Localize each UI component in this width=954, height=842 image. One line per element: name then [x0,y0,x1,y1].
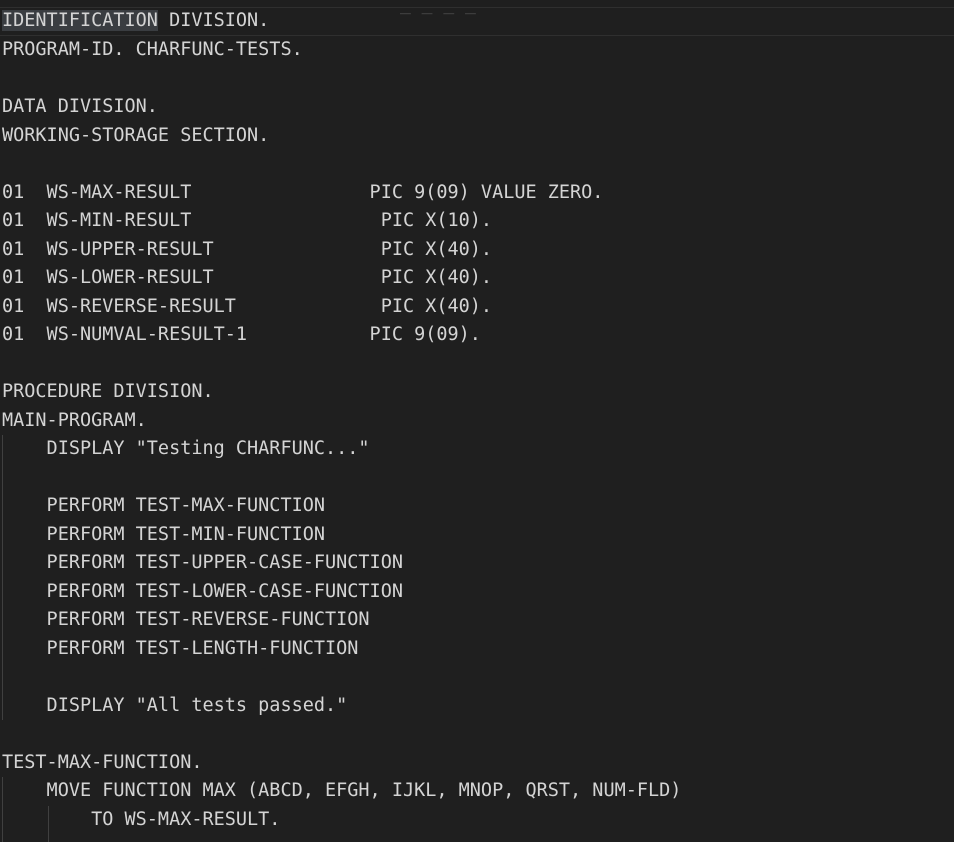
code-line-16[interactable]: DISPLAY "Testing CHARFUNC..." [0,435,954,464]
code-line-25[interactable]: DISPLAY "All tests passed." [0,692,954,721]
code-line-27[interactable]: TEST-MAX-FUNCTION. [0,749,954,778]
code-line-14[interactable]: PROCEDURE DIVISION. [0,378,954,407]
code-line-7[interactable]: 01 WS-MAX-RESULT PIC 9(09) VALUE ZERO. [0,179,954,208]
code-line-13[interactable] [0,350,954,379]
editor-top-strip: _ _ _ _ [0,0,954,15]
indent-guide [48,805,49,842]
code-line-1[interactable]: IDENTIFICATION DIVISION. [0,7,954,36]
code-line-22[interactable]: PERFORM TEST-REVERSE-FUNCTION [0,606,954,635]
code-line-3[interactable] [0,65,954,94]
code-line-4[interactable]: DATA DIVISION. [0,93,954,122]
code-line-28[interactable]: MOVE FUNCTION MAX (ABCD, EFGH, IJKL, MNO… [0,777,954,806]
code-line-18[interactable]: PERFORM TEST-MAX-FUNCTION [0,492,954,521]
code-line-12[interactable]: 01 WS-NUMVAL-RESULT-1 PIC 9(09). [0,321,954,350]
code-line-6[interactable] [0,150,954,179]
code-line-21[interactable]: PERFORM TEST-LOWER-CASE-FUNCTION [0,578,954,607]
code-editor[interactable]: _ _ _ _ IDENTIFICATION DIVISION. PROGRAM… [0,0,954,842]
code-line-24[interactable] [0,663,954,692]
code-line-10[interactable]: 01 WS-LOWER-RESULT PIC X(40). [0,264,954,293]
indent-guide [2,777,3,842]
code-line-19[interactable]: PERFORM TEST-MIN-FUNCTION [0,521,954,550]
word-highlight: IDENTIFICATION [2,10,158,31]
code-line-5[interactable]: WORKING-STORAGE SECTION. [0,122,954,151]
code-line-26[interactable] [0,720,954,749]
code-line-20[interactable]: PERFORM TEST-UPPER-CASE-FUNCTION [0,549,954,578]
indent-guide [2,435,3,720]
code-line-17[interactable] [0,464,954,493]
code-line-2[interactable]: PROGRAM-ID. CHARFUNC-TESTS. [0,36,954,65]
code-text: DIVISION. [157,10,270,31]
code-line-23[interactable]: PERFORM TEST-LENGTH-FUNCTION [0,635,954,664]
code-line-8[interactable]: 01 WS-MIN-RESULT PIC X(10). [0,207,954,236]
code-line-15[interactable]: MAIN-PROGRAM. [0,407,954,436]
code-line-11[interactable]: 01 WS-REVERSE-RESULT PIC X(40). [0,293,954,322]
code-line-29[interactable]: TO WS-MAX-RESULT. [0,806,954,835]
code-line-9[interactable]: 01 WS-UPPER-RESULT PIC X(40). [0,236,954,265]
